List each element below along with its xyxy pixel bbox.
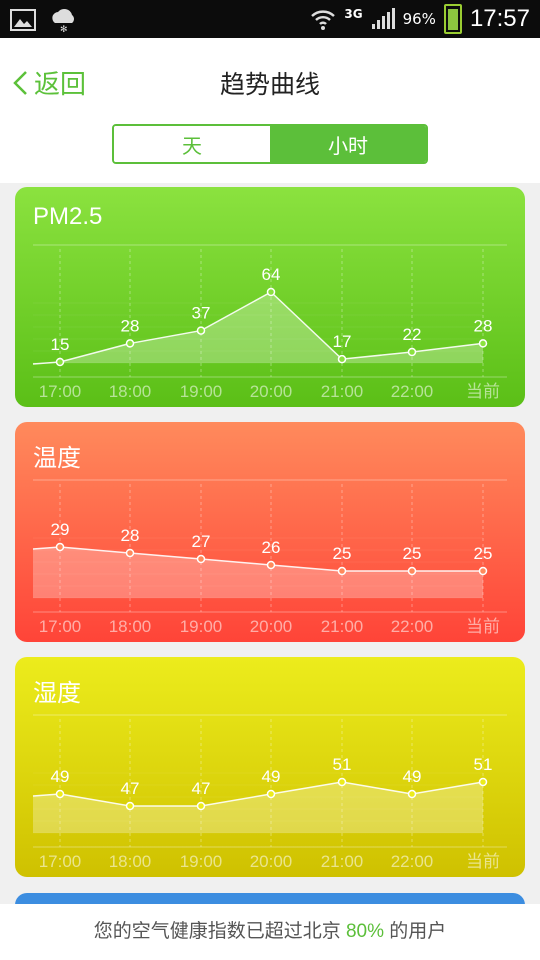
data-label: 51: [474, 755, 493, 774]
data-point: [407, 347, 417, 357]
data-label: 28: [474, 316, 493, 335]
svg-text:✻: ✻: [60, 25, 68, 33]
footer-prefix: 您的空气健康指数已超过北京: [93, 921, 341, 942]
x-tick-label: 17:00: [39, 382, 82, 401]
data-label: 17: [333, 332, 352, 351]
data-label: 15: [51, 335, 70, 354]
data-point: [125, 548, 135, 558]
data-point: [407, 789, 417, 799]
data-point: [196, 326, 206, 335]
x-tick-label: 17:00: [39, 852, 82, 871]
trend-chart: 49 17:00 47 18:00 47 19:00 49 20:00 51 21:00 49 22:…: [15, 657, 525, 877]
clock: 17:57: [469, 5, 530, 32]
x-tick-label: 19:00: [180, 382, 223, 401]
x-tick-label: 21:00: [321, 617, 364, 636]
image-icon: [10, 9, 36, 31]
weather-cloud-icon: ✻: [52, 8, 74, 33]
data-label: 25: [333, 544, 352, 563]
range-toggle: 天 小时: [112, 124, 428, 164]
tab-day[interactable]: 天: [114, 126, 270, 162]
x-tick-label: 当前: [466, 382, 500, 401]
data-point: [478, 777, 488, 787]
data-label: 29: [51, 520, 70, 539]
x-tick-label: 19:00: [180, 852, 223, 871]
data-label: 49: [403, 767, 422, 786]
data-point: [337, 777, 347, 787]
x-tick-label: 21:00: [321, 852, 364, 871]
x-tick-label: 20:00: [250, 382, 293, 401]
data-point: [266, 287, 276, 297]
data-label: 47: [121, 779, 140, 798]
x-tick-label: 20:00: [250, 617, 293, 636]
data-label: 25: [403, 544, 422, 563]
data-label: 28: [121, 316, 140, 335]
trend-chart: 29 17:00 28 18:00 27 19:00 26 20:00 25 21:00 25 22:…: [15, 422, 525, 642]
card-title: 湿度: [33, 680, 81, 707]
network-type: 3G: [344, 7, 363, 21]
footer-banner: 您的空气健康指数已超过北京 80% 的用户: [0, 904, 540, 960]
x-tick-label: 18:00: [109, 617, 152, 636]
battery-icon: [443, 4, 462, 34]
header: 返回 趋势曲线 天 小时: [0, 38, 540, 183]
data-point: [196, 554, 206, 564]
x-tick-label: 17:00: [39, 617, 82, 636]
temperature-card: 29 17:00 28 18:00 27 19:00 26 20:00 25 21:00 25 22:…: [15, 422, 525, 642]
data-label: 26: [262, 538, 281, 557]
data-label: 64: [262, 265, 281, 284]
data-label: 25: [474, 544, 493, 563]
status-bar: ✻ 3G 96% 17:57: [0, 0, 540, 38]
footer-percent: 80%: [345, 921, 385, 942]
data-point: [55, 357, 65, 367]
data-label: 47: [192, 779, 211, 798]
data-point: [337, 566, 347, 576]
card-background: [15, 422, 525, 642]
signal-icon: [371, 8, 395, 29]
x-tick-label: 19:00: [180, 617, 223, 636]
pm25-card: 15 17:00 28 18:00 37 19:00 64 20:00 17 21:00 22 22:…: [15, 187, 525, 407]
data-label: 49: [262, 767, 281, 786]
x-tick-label: 当前: [466, 617, 500, 636]
humidity-card: 49 17:00 47 18:00 47 19:00 49 20:00 51 21:00 49 22:…: [15, 657, 525, 877]
x-tick-label: 22:00: [391, 617, 434, 636]
data-point: [266, 560, 276, 570]
card-title: PM2.5: [33, 203, 103, 230]
data-point: [337, 354, 347, 364]
data-label: 37: [192, 304, 211, 323]
battery-percent: 96%: [402, 10, 436, 28]
data-label: 28: [121, 526, 140, 545]
x-tick-label: 22:00: [391, 852, 434, 871]
x-tick-label: 当前: [466, 852, 500, 871]
data-point: [407, 566, 417, 576]
data-point: [478, 339, 488, 348]
x-tick-label: 18:00: [109, 382, 152, 401]
wifi-icon: [311, 10, 336, 30]
x-tick-label: 20:00: [250, 852, 293, 871]
data-point: [55, 789, 65, 799]
data-label: 51: [333, 755, 352, 774]
card-title: 温度: [33, 445, 81, 472]
data-point: [55, 542, 65, 552]
data-label: 49: [51, 767, 70, 786]
data-label: 22: [403, 325, 422, 344]
data-label: 27: [192, 532, 211, 551]
tab-hour[interactable]: 小时: [270, 126, 426, 162]
x-tick-label: 22:00: [391, 382, 434, 401]
x-tick-label: 21:00: [321, 382, 364, 401]
page-title: 趋势曲线: [219, 71, 320, 99]
data-point: [125, 339, 135, 348]
data-point: [266, 789, 276, 799]
data-point: [125, 801, 135, 811]
data-point: [478, 566, 488, 576]
data-point: [196, 801, 206, 811]
x-tick-label: 18:00: [109, 852, 152, 871]
footer-suffix: 的用户: [389, 921, 447, 942]
